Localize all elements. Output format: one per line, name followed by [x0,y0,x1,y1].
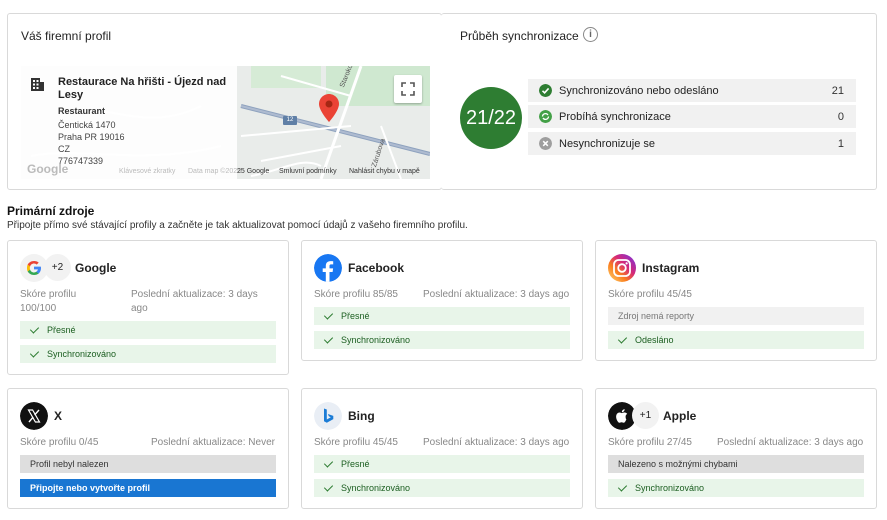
info-icon[interactable]: i [583,27,598,42]
source-card-apple[interactable]: +1 Apple Skóre profilu 27/45 Poslední ak… [595,388,877,509]
status-accurate: Přesné [314,455,570,473]
status-not-found: Profil nebyl nalezen [20,455,276,473]
building-icon [31,78,44,91]
bing-icon [314,402,342,430]
terms-link[interactable]: Smluvní podmínky [279,168,337,175]
extra-sources-badge: +1 [632,402,659,429]
check-circle-icon [539,84,552,97]
report-error-link[interactable]: Nahlásit chybu v mapě [349,168,420,175]
status-synced: Synchronizováno [608,479,864,497]
fullscreen-icon [401,82,415,96]
source-name: Google [75,261,117,275]
route-number: 12 [283,116,297,125]
source-name: Bing [348,409,375,423]
sync-row-label: Synchronizováno nebo odesláno [559,85,719,97]
sync-row-count: 1 [837,138,844,150]
sync-row-count: 21 [831,85,844,97]
business-city: Praha PR 19016 [58,132,125,142]
map-pin-icon[interactable] [319,94,339,122]
status-no-reports: Zdroj nemá reporty [608,307,864,325]
last-update: Poslední aktualizace: 3 days ago [423,289,570,300]
sync-row-synced: Synchronizováno nebo odesláno 21 [528,79,856,102]
extra-sources-badge: +2 [44,254,71,281]
map-footer: Klávesové zkratky Data map ©2025 25 Goog… [21,165,430,179]
x-logo-icon [20,402,48,430]
sync-panel-title: Průběh synchronizace [460,29,579,43]
map-scale: 25 Google [237,168,270,175]
status-sent: Odesláno [608,331,864,349]
sync-summary-circle: 21/22 [460,87,522,149]
sync-row-not-syncing: Nesynchronizuje se 1 [528,132,856,155]
sync-icon [539,110,552,123]
profile-score: Skóre profilu 100/100 [20,289,77,314]
status-synced: Synchronizováno [314,479,570,497]
sync-row-label: Nesynchronizuje se [559,138,655,150]
sync-row-count: 0 [837,111,844,123]
business-profile-panel: Váš firemní profil Restaurace Na hřišti … [7,13,442,190]
source-card-bing[interactable]: Bing Skóre profilu 45/45 Poslední aktual… [301,388,583,509]
sync-row-in-progress: Probíhá synchronizace 0 [528,105,856,128]
business-street: Čentická 1470 [58,120,116,130]
source-name: Instagram [642,261,700,275]
status-accurate: Přesné [314,307,570,325]
profile-score: Skóre profilu 45/45 [314,437,398,448]
status-found-with-errors: Nalezeno s možnými chybami [608,455,864,473]
business-name: Restaurace Na hřišti - Újezd nad Lesy [58,76,227,101]
last-update: Poslední aktualizace: 3 days ago [423,437,570,448]
source-card-instagram[interactable]: Instagram Skóre profilu 45/45 Zdroj nemá… [595,240,877,361]
x-circle-icon [539,137,552,150]
profile-panel-title: Váš firemní profil [21,29,112,43]
source-name: Apple [663,409,697,423]
connect-profile-button[interactable]: Připojte nebo vytvořte profil [20,479,276,497]
map-data-label: Data map ©2025 [188,168,242,175]
last-update: Poslední aktualizace: Never [151,437,275,448]
source-name: Facebook [348,261,405,275]
source-card-facebook[interactable]: Facebook Skóre profilu 85/85 Poslední ak… [301,240,583,361]
primary-sources-subtitle: Připojte přímo své stávající profily a z… [7,220,468,231]
source-card-x[interactable]: X Skóre profilu 0/45 Poslední aktualizac… [7,388,289,509]
source-name: X [54,409,63,423]
fullscreen-button[interactable] [394,75,422,103]
sync-row-label: Probíhá synchronizace [559,111,671,123]
status-synced: Synchronizováno [314,331,570,349]
primary-sources-title: Primární zdroje [7,204,95,218]
business-country: CZ [58,144,70,154]
instagram-icon [608,254,636,282]
status-accurate: Přesné [20,321,276,339]
business-category: Restaurant [58,106,106,116]
source-card-google[interactable]: +2 Google Skóre profilu 100/100 Poslední… [7,240,289,375]
facebook-icon [314,254,342,282]
keyboard-shortcuts-link[interactable]: Klávesové zkratky [119,168,175,175]
last-update: Poslední aktualizace: 3 days ago [131,289,258,314]
profile-score: Skóre profilu 45/45 [608,289,692,300]
profile-score: Skóre profilu 27/45 [608,437,692,448]
profile-score: Skóre profilu 85/85 [314,289,398,300]
status-synced: Synchronizováno [20,345,276,363]
profile-score: Skóre profilu 0/45 [20,437,99,448]
profile-map[interactable]: Restaurace Na hřišti - Újezd nad Lesy Re… [21,66,430,179]
last-update: Poslední aktualizace: 3 days ago [717,437,864,448]
sync-progress-panel: Průběh synchronizace i 21/22 Synchronizo… [441,13,877,190]
